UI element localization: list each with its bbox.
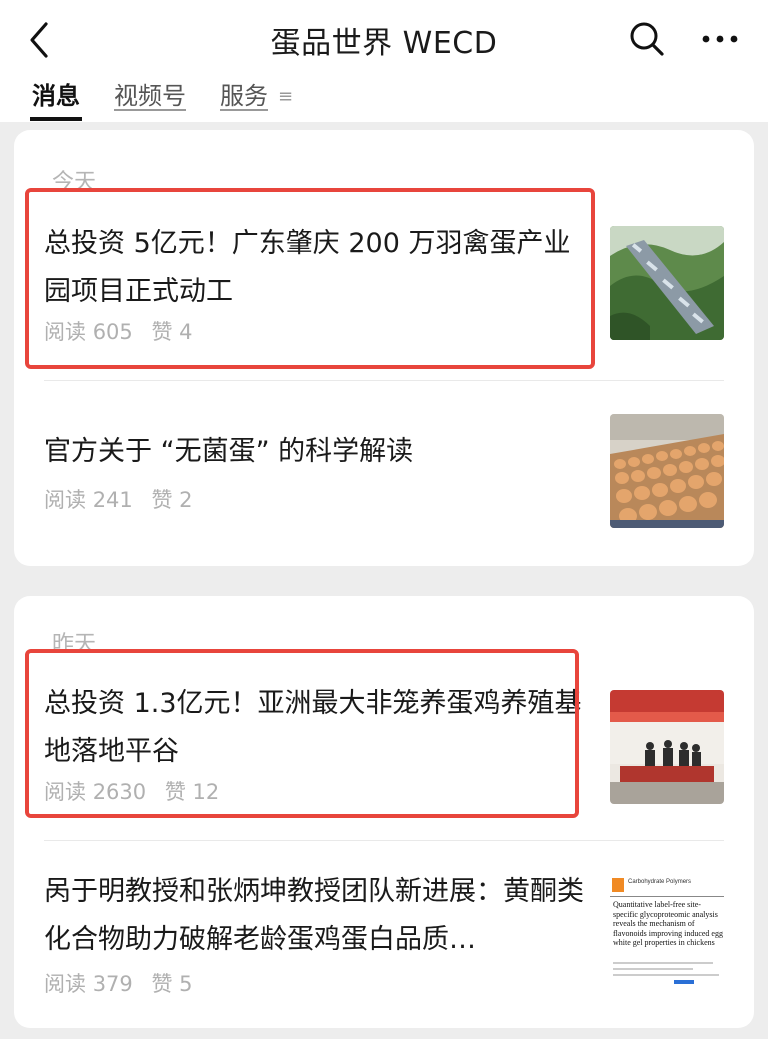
article-title[interactable]: 官方关于 “无菌蛋” 的科学解读 [44,428,589,476]
reads-label: 阅读 [44,488,86,512]
tab-services[interactable]: 服务 [220,76,268,121]
journal-name: Carbohydrate Polymers [628,879,692,885]
reads-count: 379 [92,972,133,996]
likes-label: 赞 [151,972,173,996]
article-title[interactable]: 呙于明教授和张炳坤教授团队新进展：黄酮类化合物助力破解老龄蛋鸡蛋白品质… [44,868,589,964]
more-button[interactable] [700,26,740,52]
article-stats: 阅读 241 赞 2 [44,484,193,514]
search-button[interactable] [628,20,666,58]
placeholder-line [613,962,713,964]
publisher-logo-icon [612,878,624,892]
header-bar: 蛋品世界 WECD 消息 视频号 服务 ≡ [0,0,768,122]
reads-label: 阅读 [44,972,86,996]
journal-paper-thumbnail[interactable]: Carbohydrate Polymers Quantitative label… [610,876,724,990]
tab-messages[interactable]: 消息 [30,76,82,121]
aerial-farm-thumbnail[interactable] [610,226,724,340]
article-item[interactable]: 呙于明教授和张炳坤教授团队新进展：黄酮类化合物助力破解老龄蛋鸡蛋白品质… 阅读 … [14,852,754,1028]
article-item[interactable]: 官方关于 “无菌蛋” 的科学解读 阅读 241 赞 2 [14,392,754,552]
signing-ceremony-thumbnail[interactable] [610,690,724,804]
more-dots-icon [702,35,738,43]
divider [44,840,724,841]
likes-count: 2 [179,488,193,512]
egg-conveyor-thumbnail[interactable] [610,414,724,528]
placeholder-line [613,968,693,970]
reads-count: 241 [92,488,133,512]
search-icon [630,22,664,56]
highlight-box-today [25,188,595,369]
highlight-box-yesterday [25,649,579,818]
likes-count: 5 [179,972,193,996]
menu-lines-icon[interactable]: ≡ [278,86,293,107]
paper-title: Quantitative label-free site-specific gl… [613,900,723,947]
rule-line [610,896,724,897]
tab-bar: 消息 视频号 服务 ≡ [30,76,293,121]
likes-label: 赞 [151,488,173,512]
divider [44,380,724,381]
link-badge [674,980,694,984]
tab-channels[interactable]: 视频号 [114,76,186,121]
placeholder-line [613,974,719,976]
article-stats: 阅读 379 赞 5 [44,968,193,998]
